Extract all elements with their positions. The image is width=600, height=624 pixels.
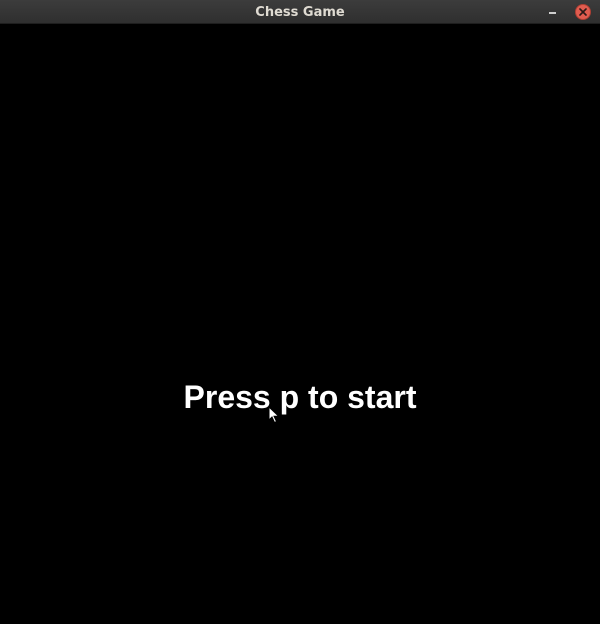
window-title: Chess Game bbox=[255, 5, 345, 20]
close-icon bbox=[579, 8, 587, 16]
mouse-pointer-icon bbox=[268, 406, 280, 424]
minimize-button[interactable] bbox=[544, 4, 560, 20]
game-canvas[interactable]: Press p to start bbox=[0, 24, 600, 624]
title-bar[interactable]: Chess Game bbox=[0, 0, 600, 24]
close-button[interactable] bbox=[575, 4, 591, 20]
app-window: Chess Game Press p to start bbox=[0, 0, 600, 624]
minimize-icon bbox=[549, 12, 556, 14]
start-prompt: Press p to start bbox=[183, 379, 417, 415]
